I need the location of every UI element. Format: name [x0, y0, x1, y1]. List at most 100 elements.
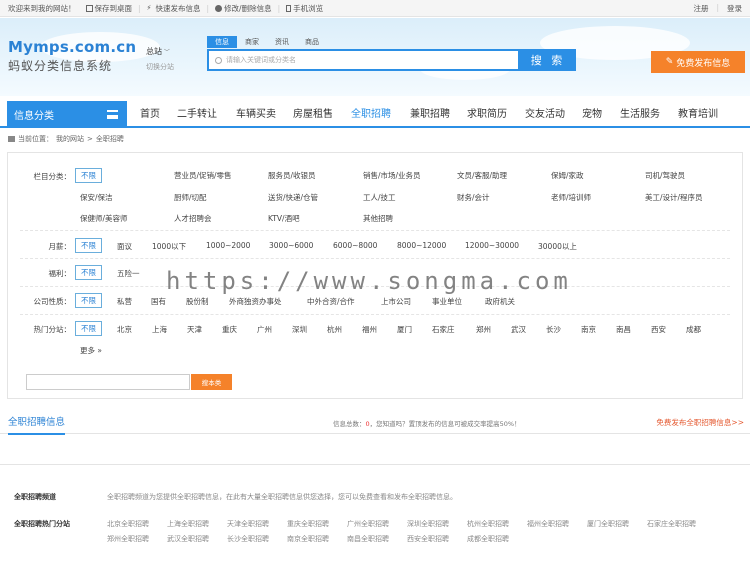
search-tab-news[interactable]: 资讯 [267, 36, 297, 48]
filter-option[interactable]: 6000~8000 [333, 241, 377, 250]
site-logo[interactable]: Mymps.com.cn 蚂蚁分类信息系统 [8, 38, 136, 74]
filter-option[interactable]: 服务员/收银员 [268, 170, 316, 181]
city-link[interactable]: 福州全职招聘 [527, 519, 569, 529]
filter-option[interactable]: 其他招聘 [363, 213, 393, 224]
filter-option[interactable]: 股份制 [186, 296, 209, 307]
city-link[interactable]: 重庆全职招聘 [287, 519, 329, 529]
filter-option[interactable]: 司机/驾驶员 [645, 170, 685, 181]
keyword-search-button[interactable]: 搜本类 [191, 374, 232, 390]
quick-post-link[interactable]: ⚡ 快速发布信息 [147, 3, 201, 14]
filter-option[interactable]: 深圳 [292, 324, 307, 335]
breadcrumb-site-link[interactable]: 我的网站 [56, 134, 84, 144]
free-post-link[interactable]: 免费发布全职招聘信息>> [656, 417, 744, 428]
filter-option[interactable]: 石家庄 [432, 324, 455, 335]
filter-option[interactable]: 武汉 [511, 324, 526, 335]
filter-option[interactable]: 面议 [117, 241, 132, 252]
filter-option[interactable]: 保姆/家政 [551, 170, 584, 181]
filter-option[interactable]: 政府机关 [485, 296, 515, 307]
city-link[interactable]: 长沙全职招聘 [227, 534, 269, 544]
filter-option[interactable]: 保安/保洁 [80, 192, 113, 203]
city-link[interactable]: 北京全职招聘 [107, 519, 149, 529]
nav-item-secondhand[interactable]: 二手转让 [177, 101, 217, 128]
search-tab-goods[interactable]: 商品 [297, 36, 327, 48]
keyword-input[interactable] [26, 374, 190, 390]
filter-option[interactable]: KTV/酒吧 [268, 213, 300, 224]
city-link[interactable]: 成都全职招聘 [467, 534, 509, 544]
filter-option[interactable]: 南京 [581, 324, 596, 335]
city-link[interactable]: 广州全职招聘 [347, 519, 389, 529]
nav-item-home[interactable]: 首页 [140, 101, 160, 128]
filter-option[interactable]: 上海 [152, 324, 167, 335]
filter-option[interactable]: 长沙 [546, 324, 561, 335]
filter-option[interactable]: 五险一 [117, 268, 140, 279]
city-link[interactable]: 天津全职招聘 [227, 519, 269, 529]
city-link[interactable]: 南昌全职招聘 [347, 534, 389, 544]
nav-item-parttime-jobs[interactable]: 兼职招聘 [410, 101, 450, 128]
bookmark-link[interactable]: 保存到桌面 [85, 3, 132, 14]
filter-hotcity-any[interactable]: 不限 [75, 321, 102, 336]
filter-option[interactable]: 上市公司 [381, 296, 411, 307]
switch-city-link[interactable]: 切换分站 [146, 62, 174, 72]
filter-option[interactable]: 营业员/促销/零售 [174, 170, 232, 181]
filter-option[interactable]: 成都 [686, 324, 701, 335]
city-link[interactable]: 郑州全职招聘 [107, 534, 149, 544]
filter-option[interactable]: 西安 [651, 324, 666, 335]
filter-option[interactable]: 福州 [362, 324, 377, 335]
filter-option[interactable]: 中外合资/合作 [307, 296, 355, 307]
login-link[interactable]: 登录 [727, 3, 742, 14]
filter-option[interactable]: 国有 [151, 296, 166, 307]
city-link[interactable]: 厦门全职招聘 [587, 519, 629, 529]
search-button[interactable]: 搜 索 [520, 49, 576, 71]
filter-company-any[interactable]: 不限 [75, 293, 102, 308]
filter-option[interactable]: 重庆 [222, 324, 237, 335]
city-link[interactable]: 南京全职招聘 [287, 534, 329, 544]
nav-item-vehicles[interactable]: 车辆买卖 [236, 101, 276, 128]
city-link[interactable]: 杭州全职招聘 [467, 519, 509, 529]
filter-option[interactable]: 30000以上 [538, 241, 577, 252]
filter-option[interactable]: 杭州 [327, 324, 342, 335]
filter-option[interactable]: 老师/培训师 [551, 192, 591, 203]
filter-option[interactable]: 南昌 [616, 324, 631, 335]
filter-option[interactable]: 财务/会计 [457, 192, 490, 203]
filter-option[interactable]: 1000以下 [152, 241, 186, 252]
city-link[interactable]: 石家庄全职招聘 [647, 519, 696, 529]
filter-salary-any[interactable]: 不限 [75, 238, 102, 253]
filter-option[interactable]: 北京 [117, 324, 132, 335]
mobile-link[interactable]: 手机浏览 [286, 3, 323, 14]
filter-option[interactable]: 天津 [187, 324, 202, 335]
city-link[interactable]: 深圳全职招聘 [407, 519, 449, 529]
filter-option[interactable]: 送货/快递/仓管 [268, 192, 318, 203]
nav-item-life-services[interactable]: 生活服务 [620, 101, 660, 128]
filter-option[interactable]: 人才招聘会 [174, 213, 212, 224]
free-post-button[interactable]: ✎ 免费发布信息 [651, 51, 745, 73]
filter-option[interactable]: 销售/市场/业务员 [363, 170, 421, 181]
filter-option[interactable]: 工人/技工 [363, 192, 396, 203]
filter-option[interactable]: 1000~2000 [206, 241, 250, 250]
search-input[interactable]: 请输入关键词或分类名 [207, 49, 520, 71]
filter-option[interactable]: 厦门 [397, 324, 412, 335]
filter-option[interactable]: 私营 [117, 296, 132, 307]
filter-option[interactable]: 事业单位 [432, 296, 462, 307]
nav-item-resume[interactable]: 求职简历 [467, 101, 507, 128]
nav-item-pets[interactable]: 宠物 [582, 101, 602, 128]
filter-option[interactable]: 美工/设计/程序员 [645, 192, 703, 203]
register-link[interactable]: 注册 [693, 3, 708, 14]
category-menu-button[interactable]: 信息分类 [7, 101, 127, 128]
city-link[interactable]: 上海全职招聘 [167, 519, 209, 529]
nav-item-fulltime-jobs[interactable]: 全职招聘 [351, 101, 391, 128]
search-tab-shop[interactable]: 商家 [237, 36, 267, 48]
filter-welfare-any[interactable]: 不限 [75, 265, 102, 280]
filter-option[interactable]: 郑州 [476, 324, 491, 335]
nav-item-dating[interactable]: 交友活动 [525, 101, 565, 128]
more-cities-link[interactable]: 更多 » [80, 345, 102, 356]
nav-item-housing[interactable]: 房屋租售 [293, 101, 333, 128]
filter-option[interactable]: 8000~12000 [397, 241, 446, 250]
filter-option[interactable]: 广州 [257, 324, 272, 335]
filter-option[interactable]: 厨师/切配 [174, 192, 207, 203]
filter-option[interactable]: 3000~6000 [269, 241, 313, 250]
city-link[interactable]: 西安全职招聘 [407, 534, 449, 544]
edit-delete-link[interactable]: 修改/删除信息 [215, 3, 272, 14]
filter-option[interactable]: 12000~30000 [465, 241, 519, 250]
filter-option[interactable]: 外商独资办事处 [229, 296, 282, 307]
city-link[interactable]: 武汉全职招聘 [167, 534, 209, 544]
